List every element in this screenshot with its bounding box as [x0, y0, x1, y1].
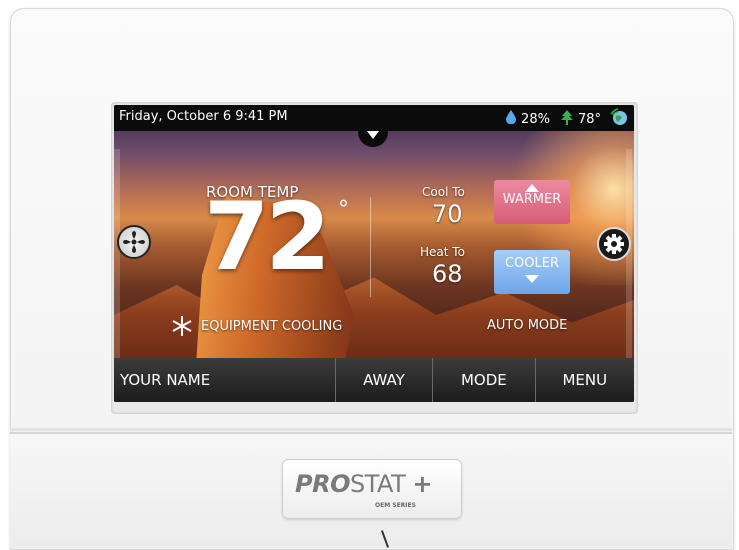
status-indicators: 28% 78°	[506, 108, 628, 130]
touchscreen: Friday, October 6 9:41 PM 28% 78° ROOM T…	[114, 105, 634, 402]
nav-menu[interactable]: MENU	[534, 358, 634, 402]
left-edge-strip	[114, 149, 120, 379]
arrow-down-icon	[525, 275, 539, 283]
warmer-label: WARMER	[502, 192, 562, 207]
outdoor-temp: 78°	[577, 111, 601, 127]
humidity-value: 28%	[521, 111, 550, 127]
room-temp-value: 72	[204, 183, 331, 292]
right-edge-strip	[626, 149, 632, 379]
arrow-up-icon	[525, 184, 539, 192]
heat-to-value[interactable]: 68	[432, 260, 463, 288]
wifi-globe-icon[interactable]	[610, 108, 628, 130]
cool-to-value[interactable]: 70	[432, 200, 463, 228]
cooler-button[interactable]: COOLER	[494, 250, 570, 294]
mode-status: AUTO MODE	[487, 318, 568, 333]
water-drop-icon	[506, 110, 517, 128]
settings-button[interactable]	[597, 227, 631, 261]
date-time: Friday, October 6 9:41 PM	[119, 109, 288, 124]
nav-away[interactable]: AWAY	[334, 358, 432, 402]
equipment-status-text: EQUIPMENT COOLING	[201, 318, 343, 334]
brand-subtitle: OEM SERIES	[375, 502, 416, 509]
nav-your-name[interactable]: YOUR NAME	[114, 358, 335, 402]
divider	[370, 197, 371, 297]
cooler-label: COOLER	[504, 256, 560, 271]
snowflake-icon	[172, 316, 192, 336]
tree-icon	[560, 109, 573, 129]
brand-rest: STAT	[349, 470, 406, 498]
bezel-seam	[10, 428, 732, 431]
gear-icon	[604, 234, 624, 254]
pull-down-tab[interactable]	[358, 125, 388, 147]
brand-plus: +	[412, 470, 432, 498]
degree-symbol: °	[338, 197, 349, 222]
chevron-down-icon	[367, 131, 379, 139]
heat-to-label: Heat To	[420, 245, 465, 259]
nav-mode[interactable]: MODE	[432, 358, 534, 402]
brand-logo: PROSTAT +	[295, 470, 432, 498]
brand-bold: PRO	[295, 470, 350, 498]
fan-button[interactable]	[117, 225, 151, 259]
equipment-status: EQUIPMENT COOLING	[169, 315, 342, 337]
brand-badge: PROSTAT + OEM SERIES	[282, 459, 462, 519]
warmer-button[interactable]: WARMER	[494, 180, 570, 224]
bottom-nav: YOUR NAME AWAY MODE MENU	[114, 358, 634, 402]
cool-to-label: Cool To	[422, 185, 465, 199]
fan-icon	[123, 231, 145, 253]
